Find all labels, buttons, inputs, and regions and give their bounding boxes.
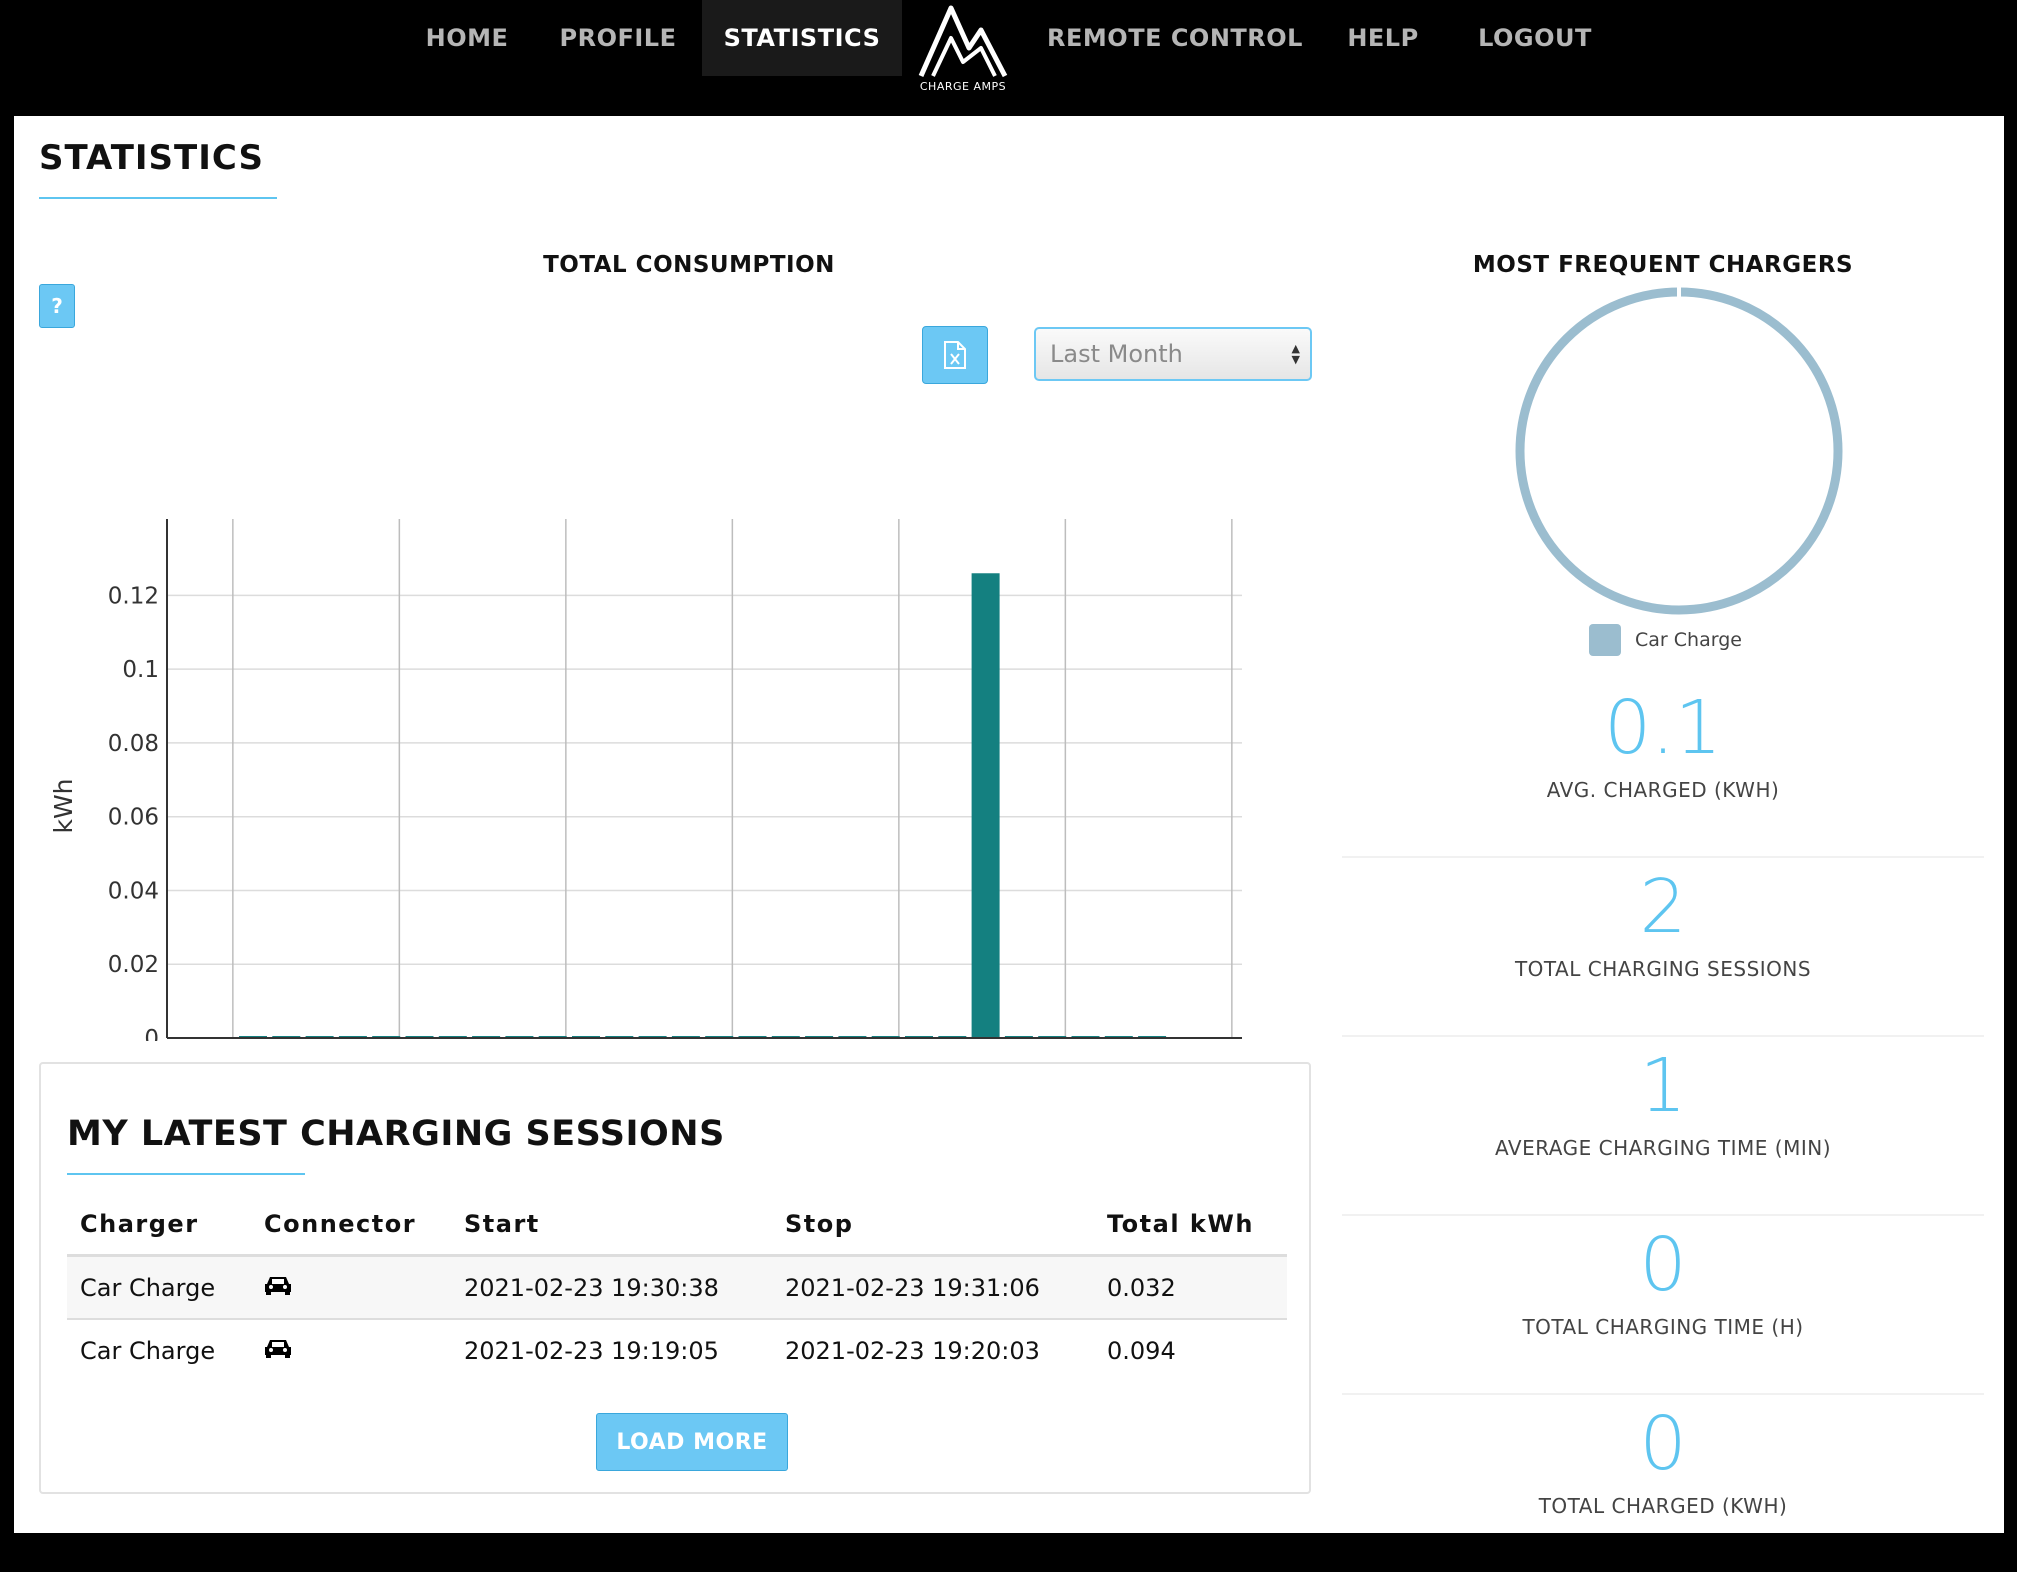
logo-mark-icon [918, 5, 1008, 78]
cell-start: 2021-02-23 19:19:05 [451, 1319, 772, 1381]
legend-swatch [1589, 624, 1621, 656]
y-tick-label: 0.04 [108, 878, 159, 904]
stat-value: 0 [1639, 1401, 1687, 1487]
cell-connector [251, 1255, 451, 1320]
stat-value: 0.1 [1604, 685, 1722, 771]
period-select[interactable]: Last Month ▲ ▼ [1034, 327, 1312, 381]
y-tick-label: 0.02 [108, 952, 159, 978]
stat-value: 1 [1639, 1043, 1687, 1129]
cell-stop: 2021-02-23 19:20:03 [772, 1319, 1094, 1381]
cell-total-kwh: 0.094 [1094, 1319, 1287, 1381]
page-title: STATISTICS [39, 138, 264, 178]
table-row[interactable]: Car Charge 2021-02-23 19:19:05 2021-02-2… [67, 1319, 1287, 1381]
stat-value: 2 [1639, 864, 1687, 950]
column-header-total-kwh[interactable]: Total kWh [1094, 1194, 1287, 1257]
sessions-table: Charger Connector Start Stop Total kWh C… [67, 1194, 1287, 1381]
nav-logout[interactable]: LOGOUT [1465, 0, 1605, 76]
stat-total-time: 0 TOTAL CHARGING TIME (H) [1342, 1215, 1984, 1395]
stat-value: 0 [1639, 1222, 1687, 1308]
nav-profile[interactable]: PROFILE [546, 0, 690, 76]
chargers-chart-title: MOST FREQUENT CHARGERS [1472, 252, 1854, 278]
period-select-value: Last Month [1050, 340, 1183, 368]
stat-label: AVERAGE CHARGING TIME (MIN) [1494, 1136, 1831, 1160]
chargers-legend[interactable]: Car Charge [1589, 624, 1742, 656]
consumption-chart-title: TOTAL CONSUMPTION [543, 252, 835, 278]
column-header-start[interactable]: Start [451, 1194, 772, 1257]
export-excel-button[interactable] [922, 326, 988, 384]
stat-label: TOTAL CHARGING SESSIONS [1514, 957, 1812, 981]
car-icon [265, 1276, 291, 1295]
stat-label: TOTAL CHARGED (KWH) [1538, 1494, 1788, 1518]
nav-help[interactable]: HELP [1338, 0, 1428, 76]
excel-file-icon [944, 341, 966, 369]
y-axis-title: kWh [49, 778, 78, 833]
column-header-stop[interactable]: Stop [772, 1194, 1094, 1257]
nav-home[interactable]: HOME [404, 0, 530, 76]
consumption-bar-chart: 00.020.040.060.080.10.122021-02-052021-0… [49, 519, 1242, 1041]
car-icon [265, 1339, 291, 1358]
nav-statistics[interactable]: STATISTICS [702, 0, 902, 76]
donut-slice-car-charge[interactable] [1515, 287, 1843, 615]
chargers-donut-chart [1515, 286, 1843, 615]
title-underline [39, 197, 277, 199]
help-button[interactable]: ? [39, 284, 75, 328]
top-navigation: HOME PROFILE STATISTICS CHARGE AMPS REMO… [0, 0, 2017, 115]
load-more-button[interactable]: LOAD MORE [596, 1413, 788, 1471]
stat-label: TOTAL CHARGING TIME (H) [1522, 1315, 1804, 1339]
stat-average-time: 1 AVERAGE CHARGING TIME (MIN) [1342, 1036, 1984, 1216]
stat-avg-charged: 0.1 AVG. CHARGED (KWH) [1342, 678, 1984, 858]
bar-2021-02-23 [971, 573, 1000, 1038]
latest-sessions-card: MY LATEST CHARGING SESSIONS Charger Conn… [39, 1062, 1311, 1494]
cell-charger: Car Charge [67, 1319, 251, 1381]
cell-stop: 2021-02-23 19:31:06 [772, 1255, 1094, 1320]
sessions-title-underline [67, 1173, 305, 1175]
y-tick-label: 0.1 [122, 657, 159, 683]
cell-charger: Car Charge [67, 1255, 251, 1320]
y-tick-label: 0.08 [108, 731, 159, 757]
y-tick-label: 0.06 [108, 805, 159, 831]
charge-amps-logo[interactable]: CHARGE AMPS [913, 0, 1013, 98]
nav-remote-control[interactable]: REMOTE CONTROL [1035, 0, 1315, 76]
statistics-panel: STATISTICS TOTAL CONSUMPTION ? Last Mont… [14, 116, 2004, 1533]
y-tick-label: 0.12 [108, 583, 159, 609]
cell-connector [251, 1319, 451, 1381]
column-header-charger[interactable]: Charger [67, 1194, 251, 1257]
logo-text: CHARGE AMPS [919, 80, 1007, 93]
stat-label: AVG. CHARGED (KWH) [1546, 778, 1780, 802]
y-tick-label: 0 [144, 1026, 159, 1041]
select-arrows-icon: ▲ ▼ [1291, 342, 1300, 366]
sessions-title: MY LATEST CHARGING SESSIONS [67, 1114, 725, 1154]
stat-total-charged: 0 TOTAL CHARGED (KWH) [1342, 1394, 1984, 1572]
column-header-connector[interactable]: Connector [251, 1194, 451, 1257]
stat-total-sessions: 2 TOTAL CHARGING SESSIONS [1342, 857, 1984, 1037]
table-row[interactable]: Car Charge 2021-02-23 19:30:38 2021-02-2… [67, 1255, 1287, 1320]
legend-label: Car Charge [1635, 629, 1742, 651]
cell-start: 2021-02-23 19:30:38 [451, 1255, 772, 1320]
cell-total-kwh: 0.032 [1094, 1255, 1287, 1320]
table-header-row: Charger Connector Start Stop Total kWh [67, 1194, 1287, 1257]
